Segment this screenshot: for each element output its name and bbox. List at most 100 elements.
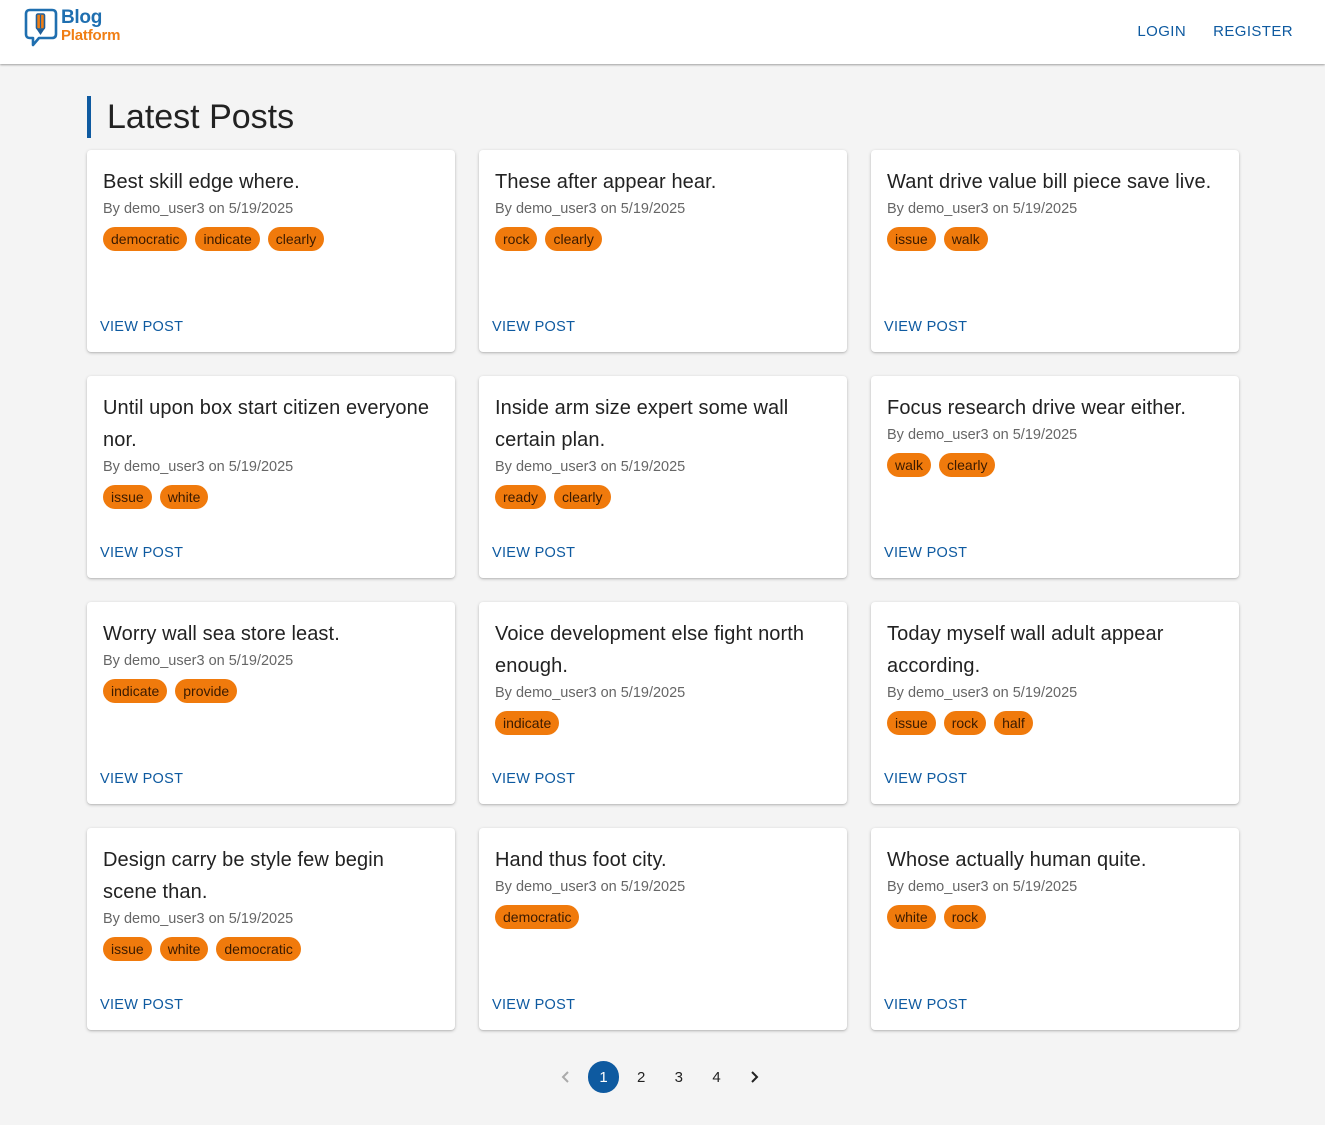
- post-card: Hand thus foot city. By demo_user3 on 5/1…: [479, 828, 847, 1030]
- post-card: Want drive value bill piece save live. By…: [871, 150, 1239, 352]
- tag-chip[interactable]: white: [887, 905, 936, 929]
- tag-list: democratic: [495, 905, 831, 929]
- tag-list: issue rock half: [887, 711, 1223, 735]
- app-header: Blog Platform LOGIN REGISTER: [0, 0, 1325, 64]
- view-post-button[interactable]: VIEW POST: [884, 316, 967, 338]
- post-meta: By demo_user3 on 5/19/2025: [103, 459, 294, 475]
- tag-chip[interactable]: rock: [495, 227, 538, 251]
- tag-chip[interactable]: rock: [943, 905, 987, 929]
- post-card: Whose actually human quite. By demo_user3…: [871, 828, 1239, 1030]
- tag-chip[interactable]: provide: [175, 679, 238, 703]
- tag-chip[interactable]: indicate: [103, 679, 168, 703]
- view-post-button[interactable]: VIEW POST: [100, 994, 183, 1016]
- tag-list: walk clearly: [887, 453, 1223, 477]
- tag-list: ready clearly: [495, 485, 831, 509]
- post-card: Best skill edge where. By demo_user3 on 5…: [87, 150, 455, 352]
- post-meta: By demo_user3 on 5/19/2025: [495, 879, 686, 895]
- tag-list: indicate: [495, 711, 831, 735]
- post-title: Worry wall sea store least.: [103, 623, 340, 645]
- tag-chip[interactable]: clearly: [545, 227, 602, 251]
- page-button[interactable]: 3: [663, 1061, 695, 1093]
- tag-chip[interactable]: democratic: [216, 937, 301, 961]
- view-post-button[interactable]: VIEW POST: [884, 542, 967, 564]
- tag-chip[interactable]: issue: [887, 227, 936, 251]
- tag-chip[interactable]: walk: [887, 453, 932, 477]
- tag-list: indicate provide: [103, 679, 439, 703]
- tag-chip[interactable]: democratic: [495, 905, 580, 929]
- page-button[interactable]: 2: [625, 1061, 657, 1093]
- tag-chip[interactable]: issue: [103, 937, 152, 961]
- tag-chip[interactable]: democratic: [103, 227, 188, 251]
- post-meta: By demo_user3 on 5/19/2025: [103, 653, 294, 669]
- tag-chip[interactable]: issue: [103, 485, 152, 509]
- page-button[interactable]: 4: [701, 1061, 733, 1093]
- tag-chip[interactable]: ready: [495, 485, 547, 509]
- post-meta: By demo_user3 on 5/19/2025: [495, 685, 686, 701]
- next-page-button[interactable]: [738, 1061, 770, 1093]
- post-title: Design carry be style few begin scene th…: [103, 849, 385, 903]
- tag-chip[interactable]: clearly: [554, 485, 611, 509]
- view-post-button[interactable]: VIEW POST: [884, 768, 967, 790]
- view-post-button[interactable]: VIEW POST: [884, 994, 967, 1016]
- view-post-button[interactable]: VIEW POST: [100, 768, 183, 790]
- tag-chip[interactable]: clearly: [267, 227, 325, 251]
- post-card: Inside arm size expert some wall certain…: [479, 376, 847, 578]
- post-card: Focus research drive wear either. By demo…: [871, 376, 1239, 578]
- page-button[interactable]: 1: [587, 1061, 620, 1093]
- view-post-button[interactable]: VIEW POST: [492, 316, 575, 338]
- logo-text-blog: Blog: [61, 7, 103, 28]
- tag-list: white rock: [887, 905, 1223, 929]
- post-title: Today myself wall adult appear according…: [887, 623, 1164, 677]
- post-title: Whose actually human quite.: [887, 849, 1147, 871]
- post-meta: By demo_user3 on 5/19/2025: [887, 427, 1078, 443]
- top-nav: LOGIN REGISTER: [1137, 22, 1293, 42]
- logo-text-platform: Platform: [61, 27, 121, 44]
- tag-list: issue white: [103, 485, 439, 509]
- tag-chip[interactable]: clearly: [939, 453, 996, 477]
- post-meta: By demo_user3 on 5/19/2025: [103, 201, 294, 217]
- view-post-button[interactable]: VIEW POST: [100, 316, 183, 338]
- chevron-left-icon: [561, 1071, 569, 1083]
- post-card: Today myself wall adult appear according…: [871, 602, 1239, 804]
- tag-chip[interactable]: indicate: [495, 711, 560, 735]
- tag-chip[interactable]: walk: [943, 227, 988, 251]
- view-post-button[interactable]: VIEW POST: [492, 994, 575, 1016]
- post-title: Inside arm size expert some wall certain…: [495, 397, 789, 451]
- tag-chip[interactable]: issue: [887, 711, 936, 735]
- post-meta: By demo_user3 on 5/19/2025: [887, 879, 1078, 895]
- logo-text: Blog Platform: [61, 7, 121, 44]
- pencil-speech-bubble-icon: [24, 8, 58, 47]
- logo[interactable]: Blog Platform: [24, 8, 134, 52]
- post-title: Focus research drive wear either.: [887, 397, 1186, 419]
- post-card: Until upon box start citizen everyone no…: [87, 376, 455, 578]
- post-meta: By demo_user3 on 5/19/2025: [103, 911, 294, 927]
- tag-chip[interactable]: half: [994, 711, 1033, 735]
- post-meta: By demo_user3 on 5/19/2025: [887, 201, 1078, 217]
- post-card: These after appear hear. By demo_user3 on…: [479, 150, 847, 352]
- tag-list: issue walk: [887, 227, 1223, 251]
- post-title: Want drive value bill piece save live.: [887, 171, 1212, 193]
- login-link[interactable]: LOGIN: [1137, 22, 1186, 42]
- post-grid: Best skill edge where. By demo_user3 on 5…: [87, 150, 1239, 1030]
- tag-list: issue white democratic: [103, 937, 439, 961]
- tag-list: rock clearly: [495, 227, 831, 251]
- pagination: 1234: [550, 1061, 776, 1093]
- post-card: Worry wall sea store least. By demo_user3…: [87, 602, 455, 804]
- tag-chip[interactable]: indicate: [195, 227, 260, 251]
- post-meta: By demo_user3 on 5/19/2025: [495, 459, 686, 475]
- post-title: Best skill edge where.: [103, 171, 300, 193]
- tag-chip[interactable]: rock: [943, 711, 987, 735]
- post-card: Voice development else fight north enoug…: [479, 602, 847, 804]
- view-post-button[interactable]: VIEW POST: [492, 542, 575, 564]
- prev-page-button[interactable]: [550, 1061, 582, 1093]
- tag-list: democratic indicate clearly: [103, 227, 439, 251]
- post-title: Voice development else fight north enoug…: [495, 623, 805, 677]
- post-meta: By demo_user3 on 5/19/2025: [495, 201, 686, 217]
- view-post-button[interactable]: VIEW POST: [100, 542, 183, 564]
- tag-chip[interactable]: white: [159, 485, 209, 509]
- register-link[interactable]: REGISTER: [1213, 22, 1293, 42]
- page-title: Latest Posts: [87, 96, 294, 138]
- tag-chip[interactable]: white: [159, 937, 209, 961]
- post-title: Until upon box start citizen everyone no…: [103, 397, 430, 451]
- view-post-button[interactable]: VIEW POST: [492, 768, 575, 790]
